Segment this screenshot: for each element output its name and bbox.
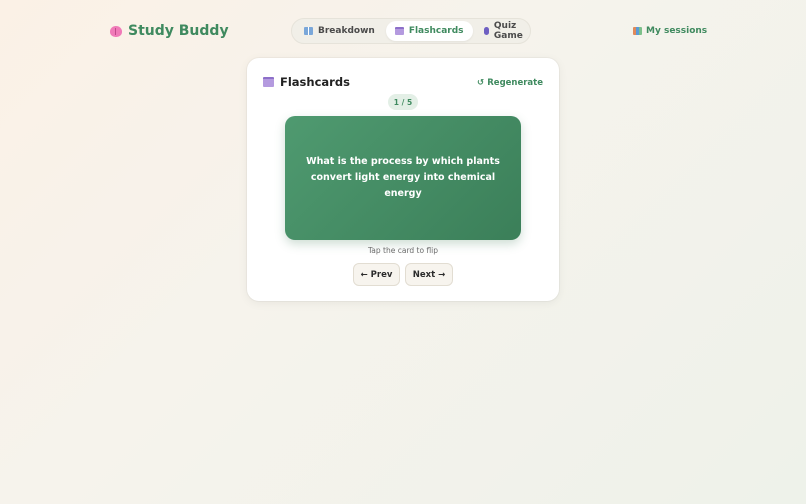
tab-quiz-game-label: Quiz Game [493, 21, 523, 41]
card-box-icon [394, 27, 404, 35]
panel-title-text: Flashcards [280, 75, 350, 89]
app-name: Study Buddy [128, 23, 229, 39]
brain-icon [110, 25, 122, 37]
book-icon [304, 27, 313, 35]
mode-tabs: Breakdown Flashcards Quiz Game [291, 18, 531, 44]
my-sessions-label: My sessions [646, 26, 708, 36]
next-button[interactable]: Next → [405, 263, 453, 286]
app-brand[interactable]: Study Buddy [110, 23, 229, 39]
panel-title: Flashcards [263, 75, 350, 89]
flip-hint: Tap the card to flip [367, 246, 439, 255]
card-box-icon [263, 77, 274, 87]
regenerate-label: Regenerate [487, 78, 543, 88]
flashcard[interactable]: What is the process by which plants conv… [285, 116, 521, 240]
tab-breakdown[interactable]: Breakdown [295, 21, 384, 41]
books-icon [633, 27, 642, 35]
gamepad-icon [483, 27, 489, 35]
tab-flashcards-label: Flashcards [408, 26, 464, 36]
flashcards-panel: Flashcards ↺ Regenerate 1 / 5 What is th… [247, 58, 559, 301]
flashcard-question: What is the process by which plants conv… [306, 156, 500, 199]
card-counter-badge: 1 / 5 [388, 94, 418, 110]
regenerate-button[interactable]: ↺ Regenerate [477, 78, 543, 88]
prev-button[interactable]: ← Prev [353, 263, 400, 286]
tab-flashcards[interactable]: Flashcards [385, 21, 473, 41]
tab-breakdown-label: Breakdown [318, 26, 375, 36]
my-sessions-link[interactable]: My sessions [633, 26, 707, 36]
tab-quiz-game[interactable]: Quiz Game [475, 21, 536, 41]
refresh-icon: ↺ [477, 78, 485, 88]
